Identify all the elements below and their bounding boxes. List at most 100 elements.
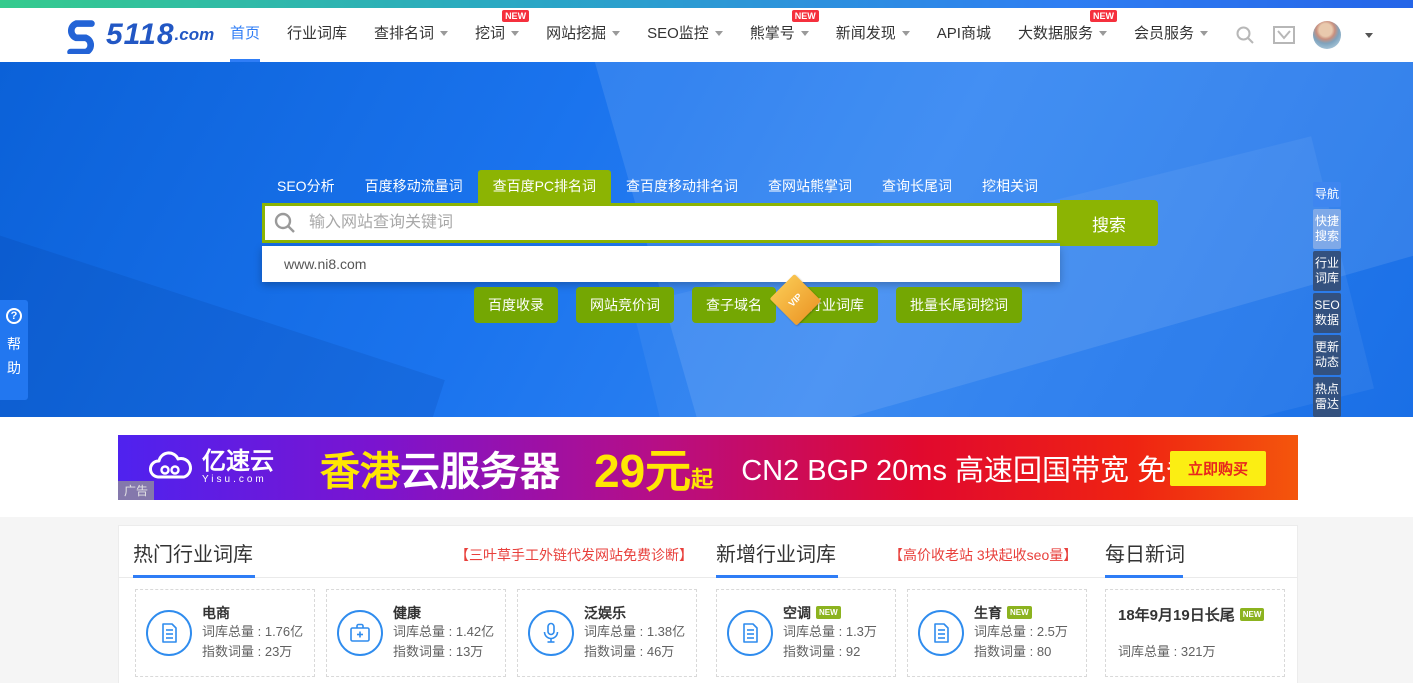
- nav-item-member-service[interactable]: 会员服务: [1134, 8, 1208, 62]
- card-aircon[interactable]: 空调NEW 词库总量 : 1.3万 指数词量 : 92: [716, 589, 896, 677]
- new-badge: NEW: [1090, 10, 1117, 22]
- chevron-down-icon: [801, 31, 809, 36]
- card-ecommerce[interactable]: 电商 词库总量 : 1.76亿 指数词量 : 23万: [135, 589, 315, 677]
- question-mark-icon: ?: [6, 308, 22, 324]
- card-stat-total: 词库总量 : 1.42亿: [393, 622, 494, 642]
- cloud-icon: [148, 451, 194, 485]
- nav-item-label: 大数据服务: [1018, 25, 1093, 42]
- card-title: 健康: [393, 604, 494, 622]
- chevron-down-icon: [1099, 31, 1107, 36]
- nav-item-home[interactable]: 首页: [230, 8, 260, 62]
- user-avatar[interactable]: [1313, 21, 1341, 49]
- section-title-hot-industry: 热门行业词库: [133, 538, 253, 567]
- document-icon: [146, 610, 192, 656]
- card-stat-index: 指数词量 : 80: [974, 642, 1068, 662]
- nav-item-seo-monitor[interactable]: SEO监控: [647, 8, 723, 62]
- suggestion-item[interactable]: www.ni8.com: [262, 246, 1060, 282]
- baidu-index-button[interactable]: 百度收录: [474, 287, 558, 323]
- search-suggestions: www.ni8.com: [262, 246, 1060, 282]
- navbar-icons: [1235, 8, 1373, 62]
- card-stat-total: 词库总量 : 1.38亿: [584, 622, 685, 642]
- card-stat-index: 指数词量 : 23万: [202, 642, 303, 662]
- avatar-chevron-down-icon[interactable]: [1365, 33, 1373, 38]
- quick-buttons: 百度收录 网站竞价词 查子域名 行业词库VIP 批量长尾词挖词: [474, 287, 1022, 323]
- nav-item-label: SEO监控: [647, 25, 709, 42]
- subdomain-button[interactable]: 查子域名: [692, 287, 776, 323]
- side-nav-item-quick-search[interactable]: 快捷 搜索: [1313, 209, 1341, 249]
- nav-item-label: 熊掌号: [750, 25, 795, 42]
- active-underline: [133, 575, 255, 578]
- card-health[interactable]: 健康 词库总量 : 1.42亿 指数词量 : 13万: [326, 589, 506, 677]
- main-nav: 首页 行业词库 查排名词 挖词NEW 网站挖掘 SEO监控 熊掌号NEW 新闻发…: [230, 8, 1235, 62]
- active-underline: [716, 575, 838, 578]
- tab-seo-analysis[interactable]: SEO分析: [262, 170, 350, 203]
- microphone-icon: [528, 610, 574, 656]
- tab-site-bearpaw-words[interactable]: 查网站熊掌词: [753, 170, 867, 203]
- banner-specs: CN2 BGP 20ms 高速回国带宽 免备案: [741, 447, 1224, 489]
- search-icon[interactable]: [1235, 25, 1255, 45]
- help-label: 帮 助: [0, 332, 28, 380]
- chevron-down-icon: [715, 31, 723, 36]
- help-widget[interactable]: ? 帮 助: [0, 300, 28, 400]
- navbar: 5118 .com 首页 行业词库 查排名词 挖词NEW 网站挖掘 SEO监控 …: [0, 8, 1413, 62]
- banner-price: 29元起: [594, 435, 713, 500]
- new-badge: NEW: [1240, 608, 1265, 621]
- industry-thesaurus-button[interactable]: 行业词库VIP: [794, 287, 878, 323]
- page: 5118 .com 首页 行业词库 查排名词 挖词NEW 网站挖掘 SEO监控 …: [0, 0, 1413, 683]
- logo-com-text: .com: [175, 25, 215, 45]
- site-logo[interactable]: 5118 .com: [62, 8, 214, 62]
- nav-item-rank-words[interactable]: 查排名词: [374, 8, 448, 62]
- nav-item-industry-thesaurus[interactable]: 行业词库: [287, 8, 347, 62]
- banner-brand-domain: Yisu.com: [202, 474, 274, 486]
- hero-section: SEO分析 百度移动流量词 查百度PC排名词 查百度移动排名词 查网站熊掌词 查…: [0, 62, 1413, 417]
- chevron-down-icon: [1200, 31, 1208, 36]
- chevron-down-icon: [511, 31, 519, 36]
- daily-card-title: 18年9月19日长尾NEW: [1118, 604, 1272, 625]
- promo-link-buy-sites[interactable]: 【高价收老站 3块起收seo量】: [889, 545, 1077, 565]
- nav-item-dig-words[interactable]: 挖词NEW: [475, 8, 519, 62]
- nav-item-site-mining[interactable]: 网站挖掘: [546, 8, 620, 62]
- buy-now-button[interactable]: 立即购买: [1170, 451, 1266, 486]
- card-stat-total: 词库总量 : 2.5万: [974, 622, 1068, 642]
- tab-baidu-mobile-traffic-words[interactable]: 百度移动流量词: [350, 170, 478, 203]
- batch-longtail-button[interactable]: 批量长尾词挖词: [896, 287, 1022, 323]
- tab-related-words[interactable]: 挖相关词: [967, 170, 1053, 203]
- nav-item-news-discovery[interactable]: 新闻发现: [836, 8, 910, 62]
- mail-icon[interactable]: [1273, 26, 1295, 44]
- side-nav-item-industry-thesaurus[interactable]: 行业 词库: [1313, 251, 1341, 291]
- promo-link-clover[interactable]: 【三叶草手工外链代发网站免费诊断】: [455, 545, 693, 565]
- new-badge: NEW: [502, 10, 529, 22]
- card-title: 空调NEW: [783, 604, 877, 622]
- tab-baidu-mobile-rank-words[interactable]: 查百度移动排名词: [611, 170, 753, 203]
- ad-banner[interactable]: 亿速云 Yisu.com 香港云服务器 29元起 CN2 BGP 20ms 高速…: [118, 435, 1298, 500]
- card-stat-total: 词库总量 : 1.3万: [783, 622, 877, 642]
- tab-longtail-words[interactable]: 查询长尾词: [867, 170, 967, 203]
- document-icon: [918, 610, 964, 656]
- search-input[interactable]: [262, 203, 1060, 243]
- nav-item-bigdata-service[interactable]: 大数据服务NEW: [1018, 8, 1107, 62]
- nav-item-bearpaw[interactable]: 熊掌号NEW: [750, 8, 809, 62]
- logo-s-icon: [62, 16, 100, 54]
- card-stat-index: 指数词量 : 46万: [584, 642, 685, 662]
- new-badge: NEW: [792, 10, 819, 22]
- card-daily-words[interactable]: 18年9月19日长尾NEW 词库总量 : 321万: [1105, 589, 1285, 677]
- banner-price-value: 29元: [594, 445, 691, 497]
- ad-label: 广告: [118, 481, 154, 500]
- search-tabs: SEO分析 百度移动流量词 查百度PC排名词 查百度移动排名词 查网站熊掌词 查…: [262, 170, 1053, 203]
- section-title-daily-words: 每日新词: [1105, 538, 1185, 567]
- side-nav-item-hot-radar[interactable]: 热点 雷达: [1313, 377, 1341, 417]
- bidding-words-button[interactable]: 网站竞价词: [576, 287, 674, 323]
- nav-item-label: 网站挖掘: [546, 25, 606, 42]
- nav-item-api-store[interactable]: API商城: [937, 8, 991, 62]
- nav-item-label: 查排名词: [374, 25, 434, 42]
- card-title: 泛娱乐: [584, 604, 685, 622]
- chevron-down-icon: [902, 31, 910, 36]
- card-fertility[interactable]: 生育NEW 词库总量 : 2.5万 指数词量 : 80: [907, 589, 1087, 677]
- side-nav-item-navigation[interactable]: 导航: [1313, 182, 1341, 207]
- side-nav-item-updates[interactable]: 更新 动态: [1313, 335, 1341, 375]
- search-button[interactable]: 搜索: [1060, 200, 1158, 246]
- tab-baidu-pc-rank-words[interactable]: 查百度PC排名词: [478, 170, 611, 203]
- card-entertainment[interactable]: 泛娱乐 词库总量 : 1.38亿 指数词量 : 46万: [517, 589, 697, 677]
- side-nav-item-seo-data[interactable]: SEO 数据: [1313, 293, 1341, 333]
- chevron-down-icon: [612, 31, 620, 36]
